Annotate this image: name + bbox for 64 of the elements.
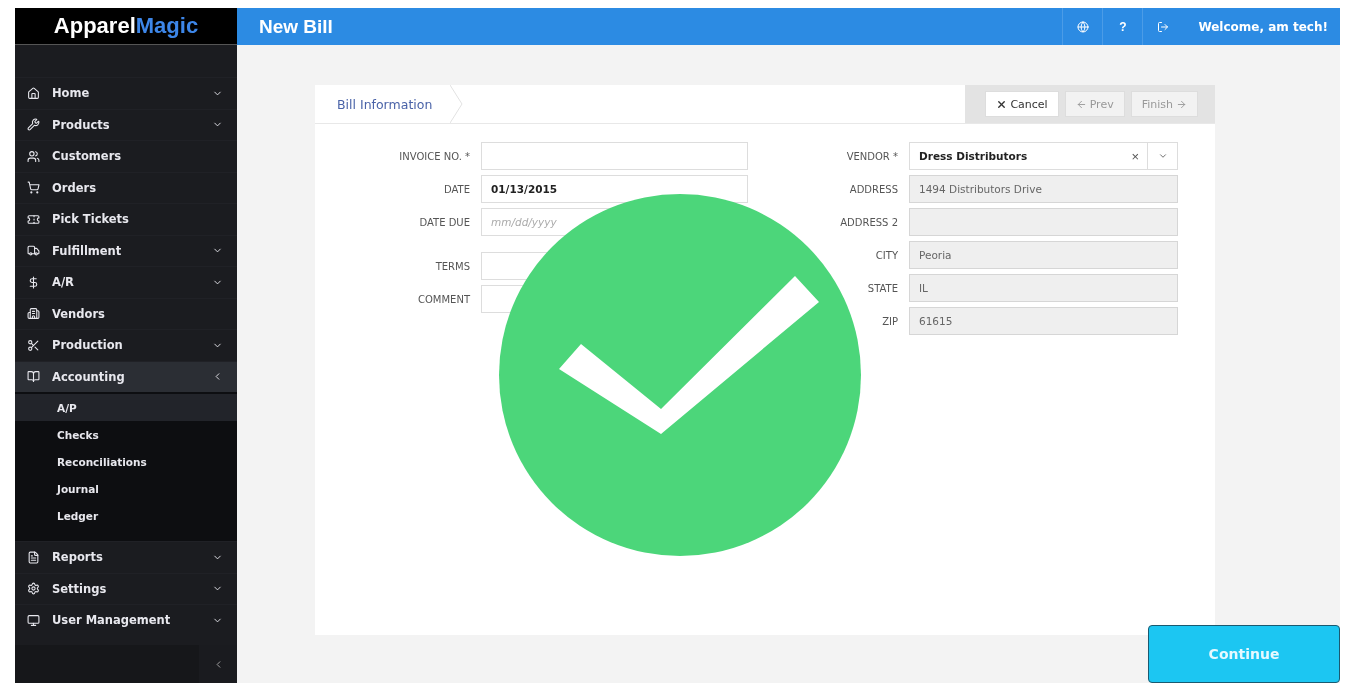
nav-subitem[interactable]: Journal xyxy=(15,475,237,502)
app-logo: ApparelMagic xyxy=(53,13,199,39)
nav-subitem[interactable]: Checks xyxy=(15,421,237,448)
nav-item[interactable]: User Management xyxy=(15,604,237,636)
arrow-left-icon xyxy=(1075,98,1087,110)
step-tab[interactable]: Bill Information xyxy=(315,85,461,123)
field-label: DATE DUE xyxy=(418,216,470,228)
nav-label: Settings xyxy=(52,581,108,596)
field-label: ZIP xyxy=(881,315,898,327)
field-label: ADDRESS xyxy=(848,183,898,195)
nav-item[interactable]: Vendors xyxy=(15,297,237,329)
building-icon xyxy=(27,307,40,321)
nav-subitem[interactable]: Ledger xyxy=(15,502,237,529)
field-label: INVOICE NO. * xyxy=(398,150,470,162)
field-label: STATE xyxy=(866,282,898,294)
document-icon xyxy=(27,550,40,564)
users-icon xyxy=(27,149,40,163)
logout-icon xyxy=(1156,20,1169,33)
nav-label: Vendors xyxy=(52,306,106,321)
nav-label: User Management xyxy=(52,613,172,628)
nav-item[interactable]: Fulfillment xyxy=(15,234,237,266)
nav-label: Accounting xyxy=(52,369,126,384)
welcome-text: Welcome, am tech! xyxy=(1197,19,1329,34)
monitor-icon xyxy=(27,613,40,627)
truck-icon xyxy=(27,244,40,258)
page-title: New Bill xyxy=(259,15,334,38)
field-label: ADDRESS 2 xyxy=(839,216,898,228)
scissors-icon xyxy=(27,338,40,352)
settings-icon xyxy=(27,582,40,596)
book-icon xyxy=(27,370,40,384)
vendor-select[interactable]: Dress Distributors × xyxy=(909,142,1178,170)
cancel-button[interactable]: Cancel xyxy=(985,91,1059,117)
nav-label: Fulfillment xyxy=(52,243,123,258)
nav-subitem[interactable]: A/P xyxy=(15,394,237,421)
field-label: VENDOR * xyxy=(845,150,898,162)
nav-label: Home xyxy=(52,86,91,101)
nav-subitem[interactable]: Reconciliations xyxy=(15,448,237,475)
field-label: COMMENT xyxy=(416,293,470,305)
dollar-icon xyxy=(27,275,40,289)
nav-label: Products xyxy=(52,117,111,132)
nav-label: Orders xyxy=(52,180,97,195)
nav-label: Pick Tickets xyxy=(52,212,130,227)
nav-label: A/R xyxy=(52,275,75,290)
close-icon xyxy=(996,98,1008,110)
field-label: TERMS xyxy=(434,260,470,272)
nav-label: Customers xyxy=(52,149,123,164)
input-field[interactable]: 01/13/2015 xyxy=(481,175,748,203)
ticket-icon xyxy=(27,212,40,226)
input-field[interactable] xyxy=(481,142,748,170)
nav-label: Production xyxy=(52,338,124,353)
nav-label: Reports xyxy=(52,550,104,565)
wrench-icon xyxy=(27,118,40,132)
arrow-right-icon xyxy=(1176,98,1187,110)
nav-item[interactable]: Home xyxy=(15,77,237,109)
home-icon xyxy=(27,86,40,100)
nav-item[interactable]: Settings xyxy=(15,572,237,604)
field-label: DATE xyxy=(443,183,470,195)
field-label: CITY xyxy=(874,249,898,261)
nav-item[interactable]: Accounting xyxy=(15,360,237,392)
globe-icon xyxy=(1076,20,1089,33)
collapse-button[interactable] xyxy=(199,645,237,683)
clear-button[interactable]: × xyxy=(1123,148,1147,164)
nav-item[interactable]: Reports xyxy=(15,541,237,573)
cart-icon xyxy=(27,181,40,195)
